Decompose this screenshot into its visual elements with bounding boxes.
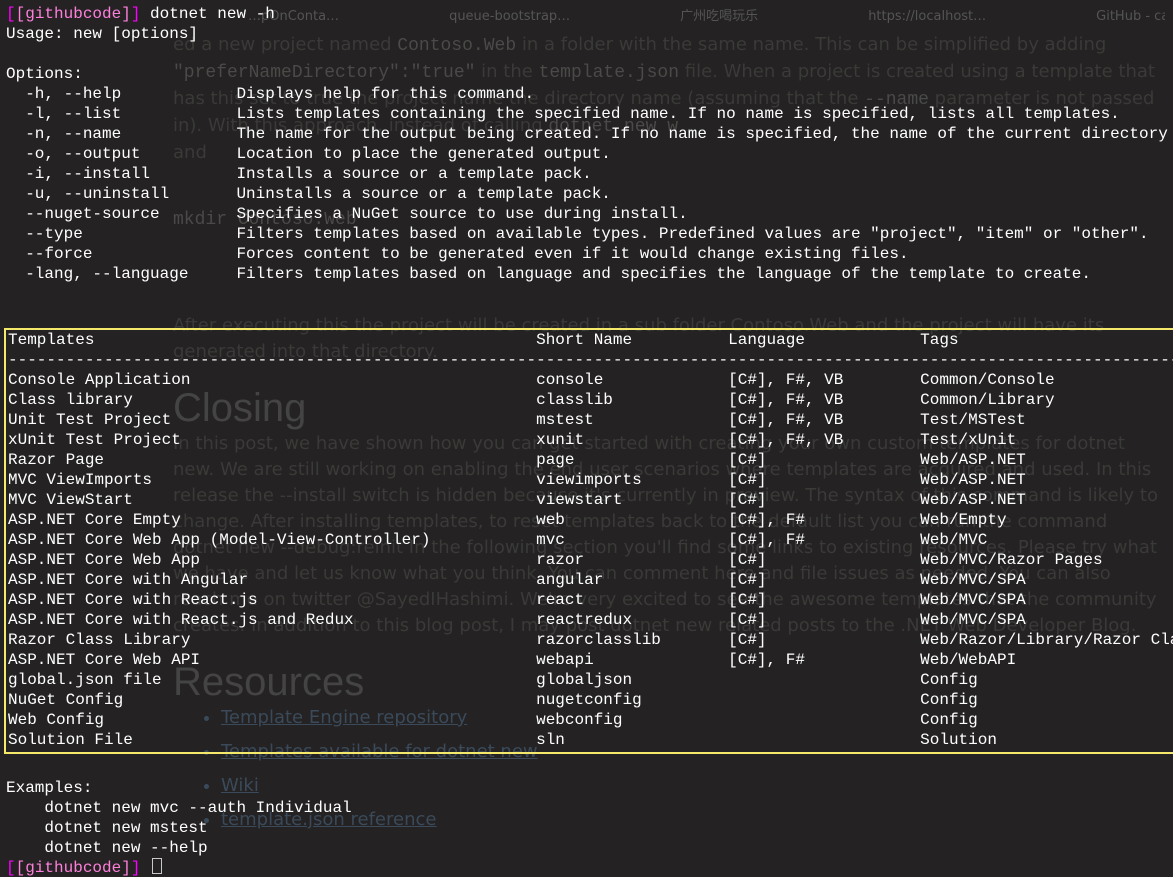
prompt-bracket: [	[6, 859, 16, 877]
option-row: -lang, --language Filters templates base…	[6, 265, 1091, 283]
table-row: ASP.NET Core with React.js react [C#] We…	[8, 591, 1026, 609]
examples-header: Examples:	[6, 779, 92, 797]
option-row: -l, --list Lists templates containing th…	[6, 105, 1120, 123]
example-line: dotnet new mvc --auth Individual	[6, 799, 352, 817]
table-row: Class library classlib [C#], F#, VB Comm…	[8, 391, 1055, 409]
example-line: dotnet new --help	[6, 839, 208, 857]
prompt-bracket: [	[6, 5, 16, 23]
option-row: -n, --name The name for the output being…	[6, 125, 1173, 143]
table-row: Web Config webconfig Config	[8, 711, 978, 729]
option-row: -i, --install Installs a source or a tem…	[6, 165, 592, 183]
terminal-overlay[interactable]: [[githubcode]] dotnet new -h Usage: new …	[0, 0, 1173, 877]
table-row: ASP.NET Core Empty web [C#], F# Web/Empt…	[8, 511, 1007, 529]
table-row: Unit Test Project mstest [C#], F#, VB Te…	[8, 411, 1026, 429]
example-line: dotnet new mstest	[6, 819, 208, 837]
table-row: ASP.NET Core Web API webapi [C#], F# Web…	[8, 651, 1016, 669]
option-row: --type Filters templates based on availa…	[6, 225, 1149, 243]
option-row: -h, --help Displays help for this comman…	[6, 85, 534, 103]
option-row: --nuget-source Specifies a NuGet source …	[6, 205, 688, 223]
table-row: ASP.NET Core with Angular angular [C#] W…	[8, 571, 1026, 589]
prompt-bracket: ]	[131, 5, 141, 23]
cursor-icon	[152, 858, 162, 874]
templates-table-highlight: Templates Short Name Language Tags -----…	[4, 328, 1173, 754]
table-row: Razor Page page [C#] Web/ASP.NET	[8, 451, 1026, 469]
table-row: MVC ViewImports viewimports [C#] Web/ASP…	[8, 471, 1026, 489]
table-row: global.json file globaljson Config	[8, 671, 978, 689]
table-row: NuGet Config nugetconfig Config	[8, 691, 978, 709]
table-row: Solution File sln Solution	[8, 731, 997, 749]
table-row: ASP.NET Core Web App (Model-View-Control…	[8, 531, 987, 549]
prompt-user: [githubcode]	[16, 859, 131, 877]
prompt-command: dotnet new -h	[150, 5, 275, 23]
table-row: Razor Class Library razorclasslib [C#] W…	[8, 631, 1173, 649]
usage-line: Usage: new [options]	[6, 25, 198, 43]
prompt-user: [githubcode]	[16, 5, 131, 23]
table-header-row: Templates Short Name Language Tags	[8, 331, 959, 349]
option-row: -o, --output Location to place the gener…	[6, 145, 611, 163]
option-row: -u, --uninstall Uninstalls a source or a…	[6, 185, 611, 203]
table-row: MVC ViewStart viewstart [C#] Web/ASP.NET	[8, 491, 1026, 509]
table-row: ASP.NET Core with React.js and Redux rea…	[8, 611, 1026, 629]
prompt-bracket: ]	[131, 859, 141, 877]
table-row: xUnit Test Project xunit [C#], F#, VB Te…	[8, 431, 1016, 449]
table-row: ASP.NET Core Web App razor [C#] Web/MVC/…	[8, 551, 1103, 569]
options-header: Options:	[6, 65, 83, 83]
option-row: --force Forces content to be generated e…	[6, 245, 909, 263]
table-divider: ----------------------------------------…	[8, 351, 1173, 369]
table-row: Console Application console [C#], F#, VB…	[8, 371, 1055, 389]
